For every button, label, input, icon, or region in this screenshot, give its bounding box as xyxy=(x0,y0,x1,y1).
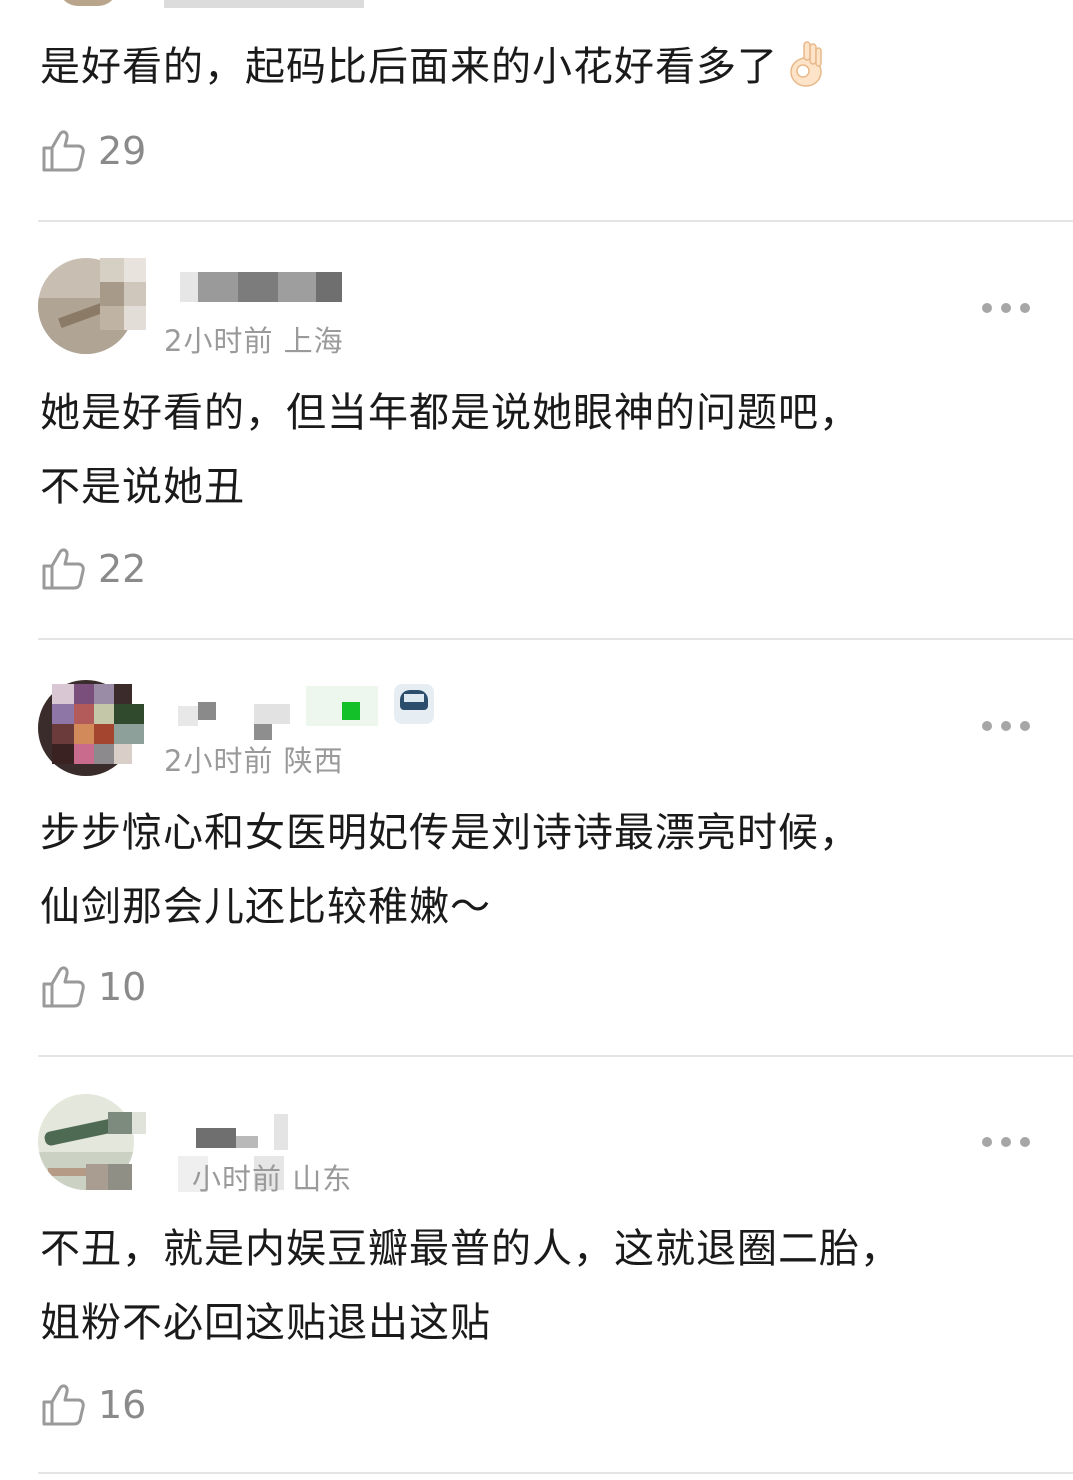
top-partial-meta-blur xyxy=(164,0,364,8)
more-button[interactable] xyxy=(982,714,1030,738)
like-button[interactable]: 29 xyxy=(40,126,146,176)
comment-text: 她是好看的，但当年都是说她眼神的问题吧， 不是说她丑 xyxy=(40,390,860,510)
comment-meta: 2小时前 上海 xyxy=(164,324,344,358)
like-button[interactable]: 10 xyxy=(40,962,146,1012)
comment-meta: 2小时前 陕西 xyxy=(164,744,344,778)
like-count: 16 xyxy=(98,1383,147,1427)
thumbs-up-icon xyxy=(42,1384,85,1426)
like-count: 22 xyxy=(98,547,147,591)
more-dots-icon xyxy=(982,303,992,313)
comment-text: 不丑，就是内娱豆瓣最普的人，这就退圈二胎， 姐粉不必回这贴退出这贴 xyxy=(40,1226,901,1346)
username-blurred[interactable] xyxy=(178,684,438,740)
divider xyxy=(38,1472,1073,1474)
avatar[interactable] xyxy=(38,258,146,354)
comment-text: 是好看的，起码比后面来的小花好看多了 xyxy=(40,30,1030,104)
avatar[interactable] xyxy=(38,680,146,776)
ok-hand-emoji xyxy=(790,41,822,87)
divider xyxy=(38,220,1073,222)
more-dots-icon xyxy=(982,1137,992,1147)
like-count: 29 xyxy=(98,129,147,173)
more-button[interactable] xyxy=(982,1130,1030,1154)
more-button[interactable] xyxy=(982,296,1030,320)
avatar[interactable] xyxy=(38,1094,146,1190)
like-button[interactable]: 16 xyxy=(40,1380,146,1430)
divider xyxy=(38,638,1073,640)
divider xyxy=(38,1055,1073,1057)
like-count: 10 xyxy=(98,965,147,1009)
thumbs-up-icon xyxy=(42,130,85,172)
thumbs-up-icon xyxy=(42,966,85,1008)
like-button[interactable]: 22 xyxy=(40,544,146,594)
thumbs-up-icon xyxy=(42,548,85,590)
comment-meta: 小时前 山东 xyxy=(192,1162,353,1196)
more-dots-icon xyxy=(982,721,992,731)
top-partial-avatar[interactable] xyxy=(58,0,118,6)
username-blurred[interactable] xyxy=(180,270,350,306)
comment-text: 步步惊心和女医明妃传是刘诗诗最漂亮时候， 仙剑那会儿还比较稚嫩～ xyxy=(40,810,860,930)
